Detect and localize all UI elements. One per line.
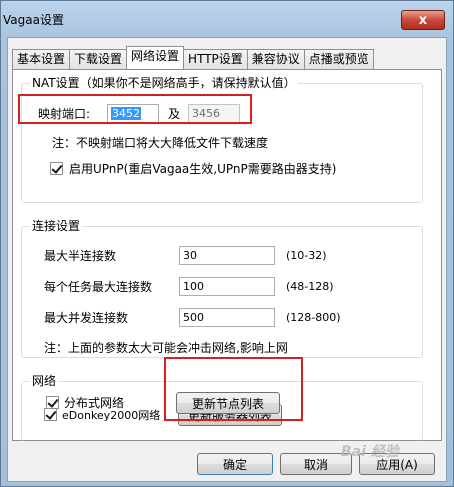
close-icon: x	[418, 12, 428, 28]
edonkey-checkbox[interactable]	[44, 408, 57, 421]
nat-note: 注：不映射端口将大大降低文件下载速度	[52, 136, 269, 150]
nat-legend: NAT设置（如果你不是网络高手，请保持默认值）	[30, 76, 298, 90]
title-bar[interactable]: Vagaa设置 x	[1, 1, 453, 37]
tab-basic[interactable]: 基本设置	[12, 49, 71, 69]
tab-download[interactable]: 下载设置	[69, 49, 128, 69]
distributed-label: 分布式网络	[64, 396, 125, 410]
port-highlight	[18, 94, 252, 124]
max-concurrent-conn-input[interactable]: 500	[179, 308, 275, 327]
close-button[interactable]: x	[401, 10, 445, 30]
connection-group: 连接设置 最大半连接数 30 (10-32) 每个任务最大连接数 100 (48…	[21, 219, 423, 358]
tab-preview[interactable]: 点播或预览	[303, 49, 374, 69]
window-title: Vagaa设置	[3, 13, 64, 27]
distributed-checkbox[interactable]	[46, 396, 59, 409]
max-task-conn-label: 每个任务最大连接数	[44, 280, 153, 294]
tab-compat[interactable]: 兼容协议	[246, 49, 305, 69]
ok-button[interactable]: 确定	[197, 453, 273, 475]
max-half-conn-range: (10-32)	[286, 249, 327, 262]
edonkey-label: eDonkey2000网络	[62, 409, 161, 422]
network-buttons-highlight	[164, 357, 303, 421]
max-concurrent-conn-range: (128-800)	[286, 311, 341, 324]
connection-legend: 连接设置	[30, 219, 83, 233]
settings-window: Vagaa设置 x 基本设置 下载设置 网络设置 HTTP设置 兼容协议 点播或…	[0, 0, 454, 487]
watermark: Bai 经验	[341, 444, 399, 460]
tab-network[interactable]: 网络设置	[126, 46, 185, 69]
max-concurrent-conn-label: 最大并发连接数	[44, 311, 129, 325]
connection-note: 注：上面的参数太大可能会冲击网络,影响上网	[44, 341, 288, 355]
tab-strip: 基本设置 下载设置 网络设置 HTTP设置 兼容协议 点播或预览	[12, 46, 374, 70]
upnp-label: 启用UPnP(重启Vagaa生效,UPnP需要路由器支持)	[69, 162, 337, 176]
max-task-conn-input[interactable]: 100	[179, 277, 275, 296]
max-half-conn-input[interactable]: 30	[179, 246, 275, 265]
max-half-conn-label: 最大半连接数	[44, 249, 117, 263]
max-task-conn-range: (48-128)	[286, 280, 334, 293]
tab-http[interactable]: HTTP设置	[183, 49, 248, 69]
upnp-checkbox[interactable]	[50, 162, 63, 175]
network-legend: 网络	[30, 374, 59, 388]
